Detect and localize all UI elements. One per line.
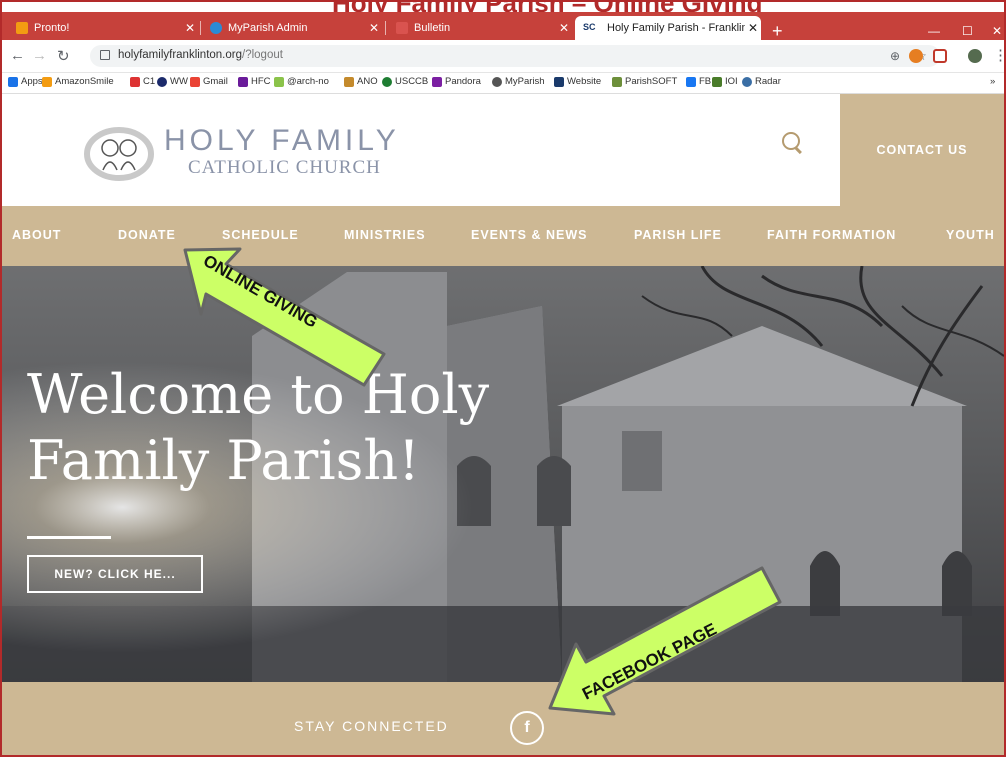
facebook-page-arrow: FACEBOOK PAGE	[548, 566, 782, 716]
annotation-layer: ONLINE GIVING FACEBOOK PAGE	[183, 247, 782, 716]
screenshot-frame: Holy Family Parish – Online Giving Pront…	[0, 0, 1006, 757]
online-giving-arrow: ONLINE GIVING	[183, 247, 386, 387]
